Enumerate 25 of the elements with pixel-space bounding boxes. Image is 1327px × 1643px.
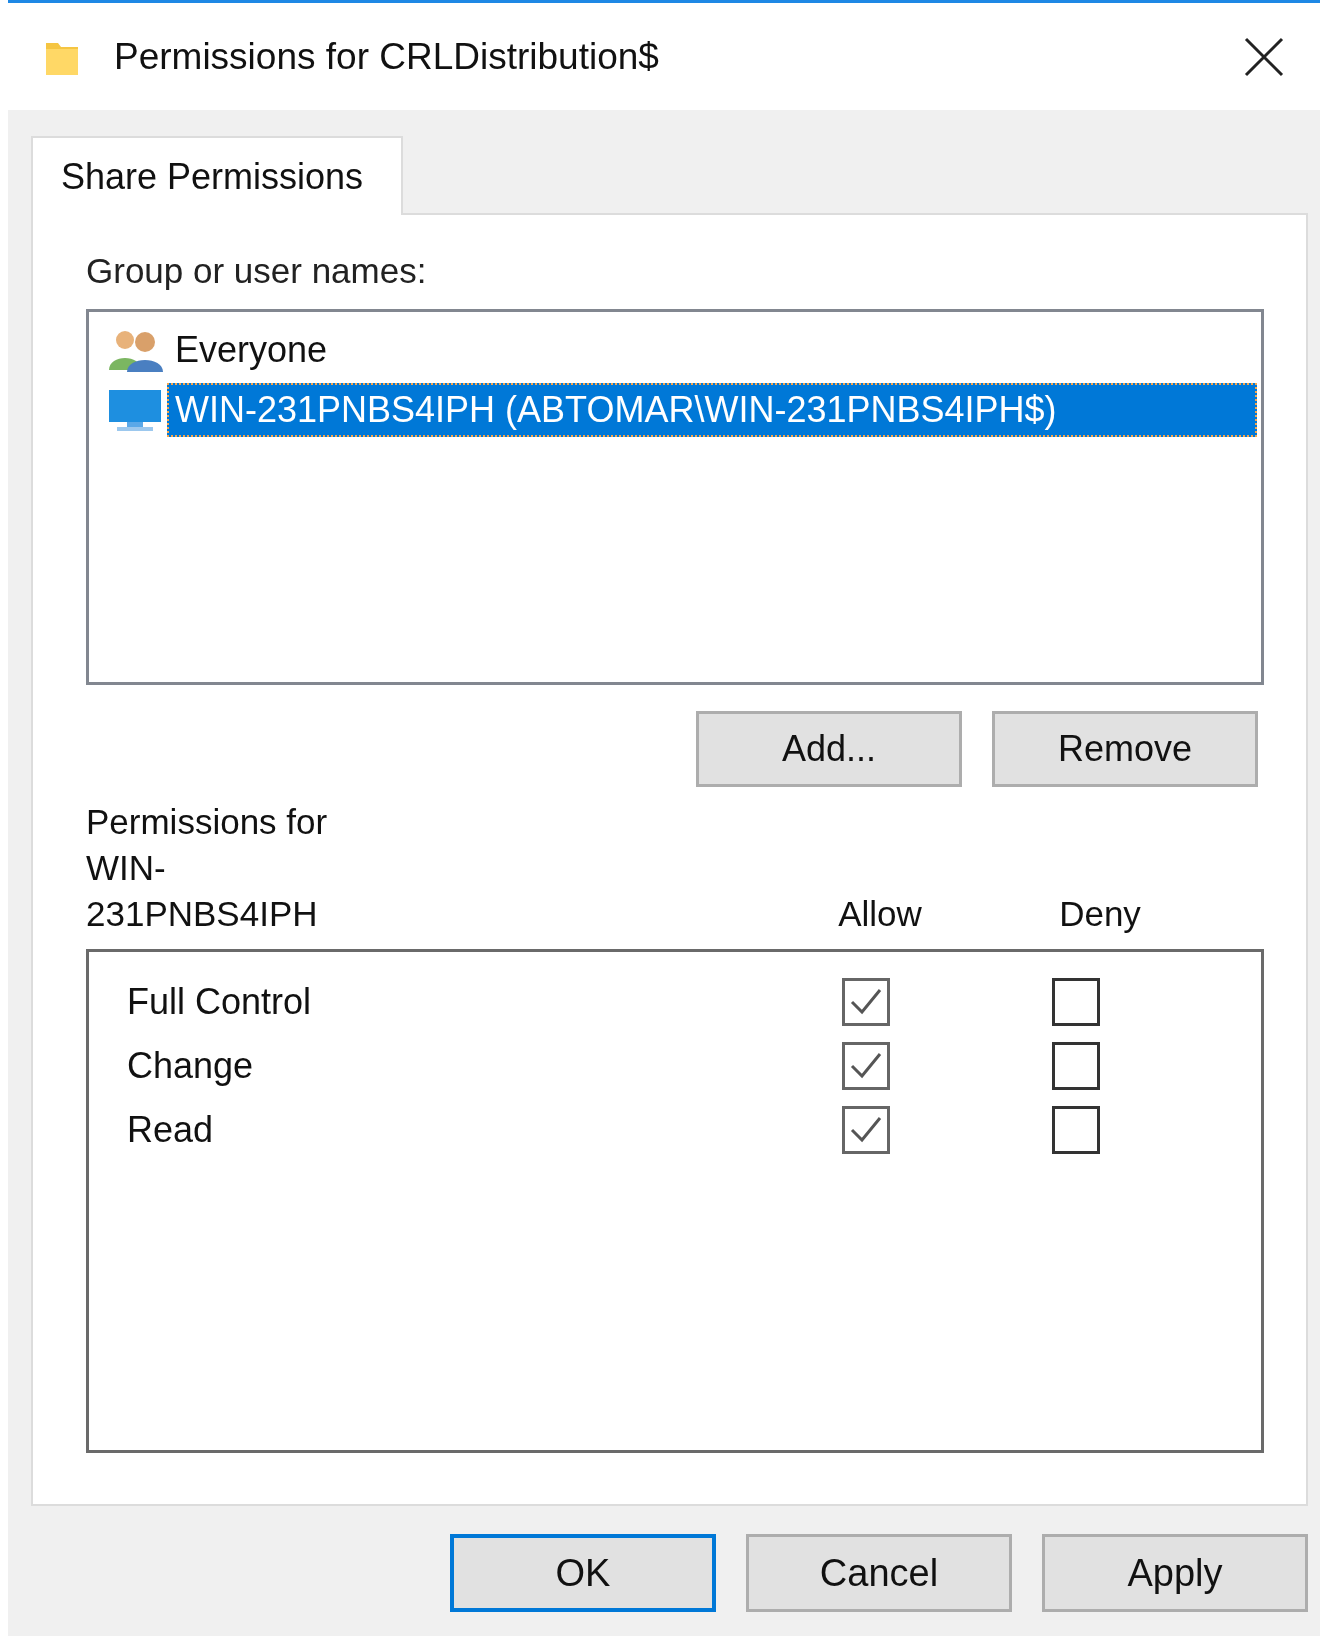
close-icon (1244, 36, 1284, 77)
user-entry[interactable]: Everyone (167, 323, 1257, 377)
users-icon (107, 328, 163, 372)
permission-name: Full Control (127, 981, 313, 1023)
group-label: Group or user names: (86, 251, 428, 291)
user-entry[interactable]: WIN-231PNBS4IPH (ABTOMAR\WIN-231PNBS4IPH$) (167, 383, 1257, 437)
deny-checkbox[interactable] (1051, 978, 1100, 1026)
deny-checkbox[interactable] (1051, 1042, 1100, 1090)
tab[interactable]: Share Permissions (31, 136, 403, 215)
allow-checkbox[interactable] (842, 1042, 891, 1090)
monitor-icon (107, 388, 163, 432)
permission-name: Change (127, 1045, 255, 1087)
dialog-button[interactable]: Cancel (746, 1534, 1012, 1612)
dialog-button[interactable]: Apply (1042, 1534, 1308, 1612)
allow-checkbox[interactable] (842, 1106, 891, 1154)
window-title: Permissions for CRLDistribution$ (114, 35, 660, 78)
column-header: Deny (1058, 893, 1142, 935)
permissions-label: Permissions for WIN-231PNBS4IPH (86, 801, 329, 935)
dialog-button[interactable]: OK (450, 1534, 716, 1612)
deny-checkbox[interactable] (1051, 1106, 1100, 1154)
list-button[interactable]: Remove (992, 711, 1258, 787)
list-button[interactable]: Add... (696, 711, 962, 787)
allow-checkbox[interactable] (842, 978, 891, 1026)
column-header: Allow (837, 893, 923, 935)
permission-name: Read (127, 1109, 215, 1151)
